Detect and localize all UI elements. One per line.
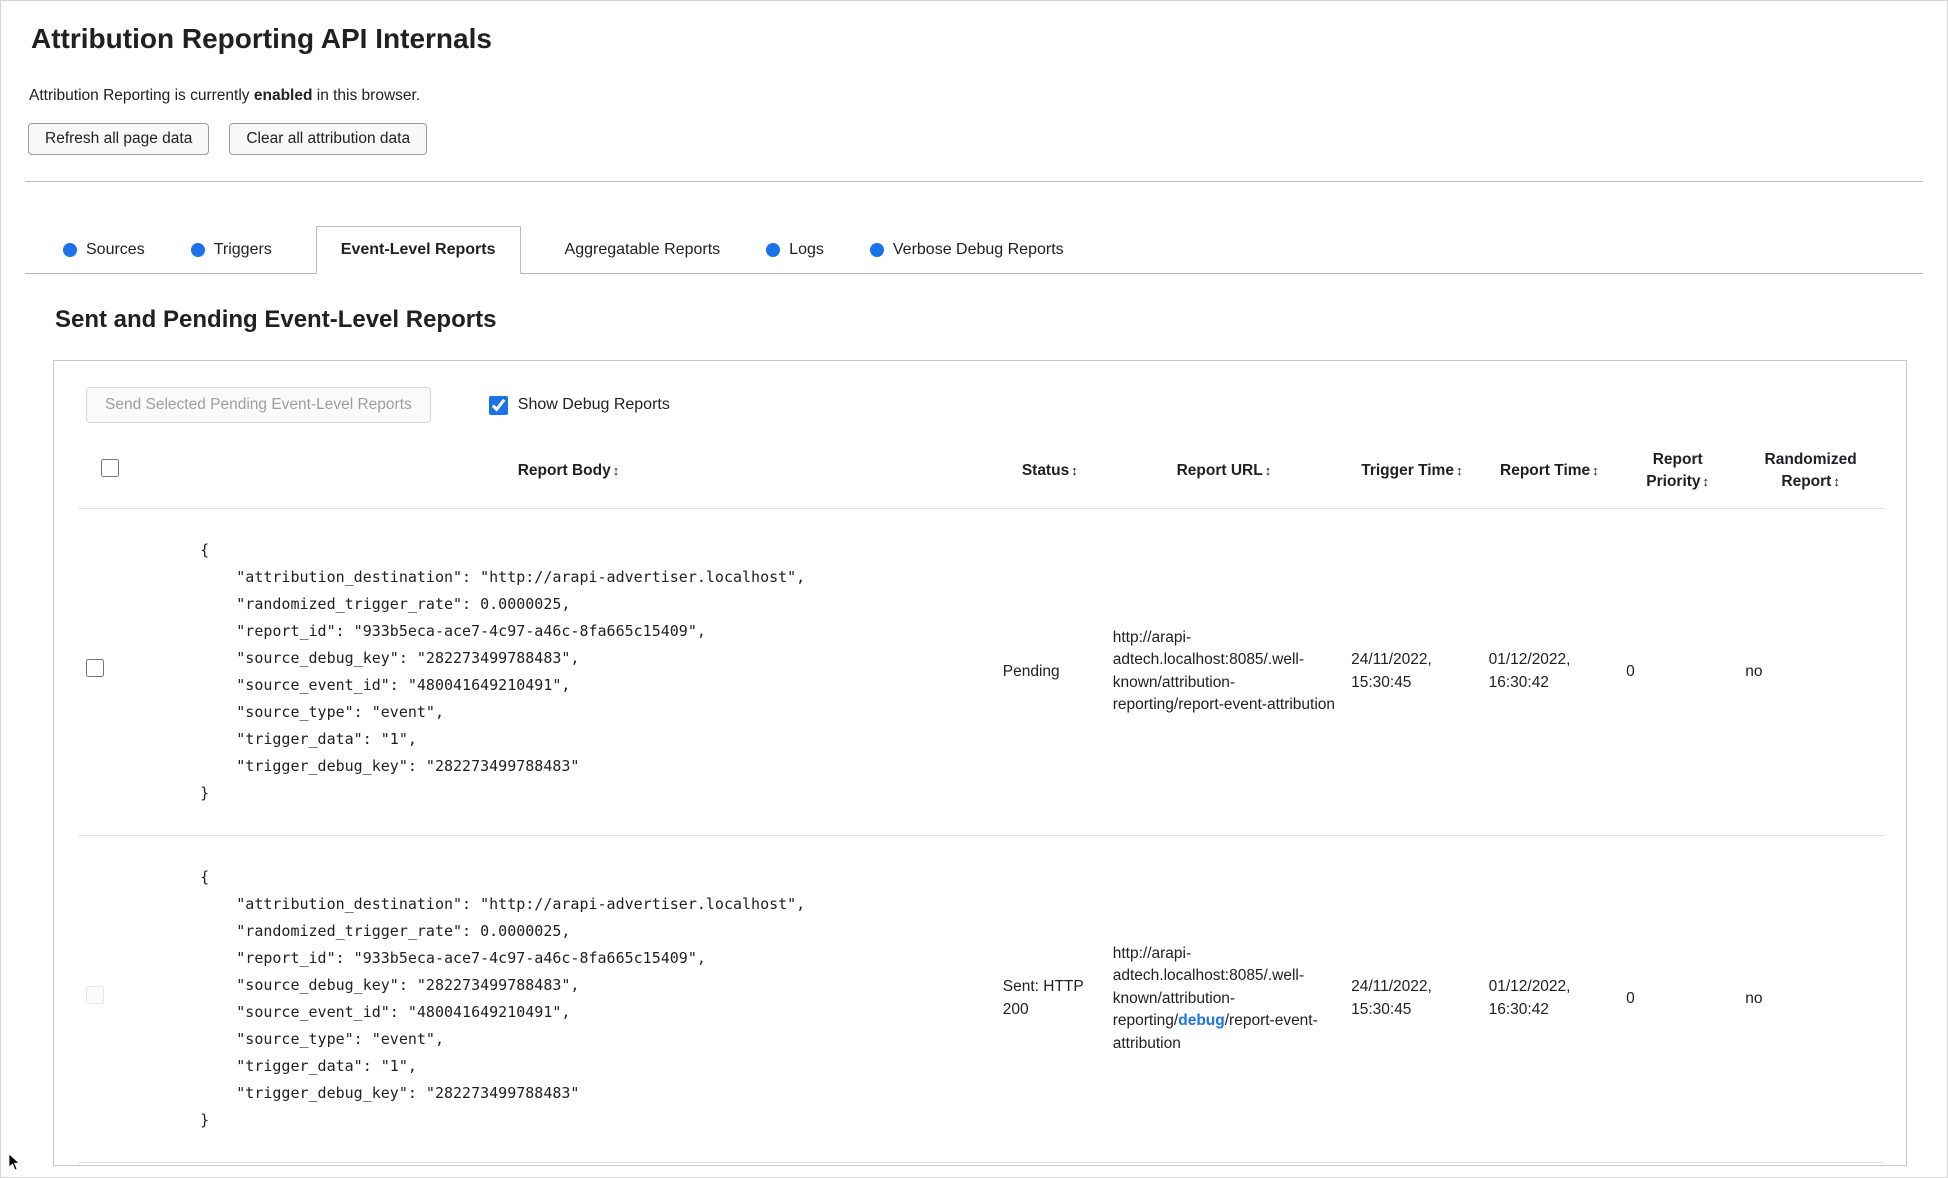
randomized-report-cell: no xyxy=(1745,989,1763,1007)
tab-label: Logs xyxy=(789,240,824,258)
report-body-json: { "attribution_destination": "http://ara… xyxy=(200,540,806,802)
tab-sources[interactable]: Sources xyxy=(61,226,147,273)
row-checkbox[interactable] xyxy=(86,659,104,678)
sort-icon: ↕ xyxy=(1455,463,1463,479)
tab-triggers[interactable]: Triggers xyxy=(189,226,274,273)
col-header-trigger-time[interactable]: Trigger Time ↕ xyxy=(1343,441,1481,508)
sort-icon: ↕ xyxy=(1592,463,1599,479)
col-header-status[interactable]: Status ↕ xyxy=(995,441,1105,508)
refresh-all-button[interactable]: Refresh all page data xyxy=(28,123,210,155)
col-header-randomized-report[interactable]: Randomized Report ↕ xyxy=(1737,441,1884,508)
col-header-report-url[interactable]: Report URL ↕ xyxy=(1105,441,1343,508)
status-suffix: in this browser. xyxy=(312,87,421,104)
col-header-report-time[interactable]: Report Time ↕ xyxy=(1481,441,1619,508)
trigger-time-cell: 24/11/2022, 15:30:45 xyxy=(1351,978,1432,1018)
trigger-time-cell: 24/11/2022, 15:30:45 xyxy=(1351,651,1432,691)
col-label: Trigger Time xyxy=(1361,462,1454,480)
attribution-internals-page: Attribution Reporting API Internals Attr… xyxy=(0,0,1948,1178)
row-checkbox-cell xyxy=(78,508,142,835)
col-header-report-body[interactable]: Report Body ↕ xyxy=(142,441,995,508)
tab-dot-icon xyxy=(63,242,77,257)
tab-label: Event-Level Reports xyxy=(340,241,496,258)
report-row-sent: { "attribution_destination": "http://ara… xyxy=(78,835,1884,1163)
tab-label: Sources xyxy=(86,240,145,258)
header-divider xyxy=(25,181,1923,182)
debug-path-highlight: debug xyxy=(1178,1012,1225,1030)
col-label: Report Body xyxy=(517,462,611,480)
status-text: Attribution Reporting is currently enabl… xyxy=(29,87,1947,105)
mouse-cursor-icon xyxy=(8,1153,20,1171)
col-label: Randomized Report xyxy=(1764,451,1857,491)
status-cell: Pending xyxy=(1002,662,1060,680)
tab-verbose-debug-reports[interactable]: Verbose Debug Reports xyxy=(868,226,1066,273)
section-heading: Sent and Pending Event-Level Reports xyxy=(55,306,497,333)
tab-aggregatable-reports[interactable]: Aggregatable Reports xyxy=(563,226,723,273)
report-body-cell: { "attribution_destination": "http://ara… xyxy=(142,508,995,835)
col-header-report-priority[interactable]: Report Priority ↕ xyxy=(1618,441,1737,508)
show-debug-label: Show Debug Reports xyxy=(517,396,670,413)
report-body-cell: { "attribution_destination": "http://ara… xyxy=(142,835,995,1162)
sort-icon: ↕ xyxy=(1264,463,1272,479)
sort-icon: ↕ xyxy=(612,463,620,479)
report-url-cell: http://arapi-adtech.localhost:8085/.well… xyxy=(1105,508,1343,835)
tab-bar: Sources Triggers Event-Level Reports Agg… xyxy=(25,226,1923,274)
select-all-header xyxy=(78,441,142,508)
table-header-row: Report Body ↕ Status ↕ Report URL ↕ Trigger… xyxy=(78,441,1884,509)
report-time-cell: 01/12/2022, 16:30:42 xyxy=(1488,978,1571,1018)
status-enabled: enabled xyxy=(253,87,313,104)
tab-dot-icon xyxy=(190,242,205,257)
row-checkbox-disabled xyxy=(86,986,104,1005)
panel-toolbar: Send Selected Pending Event-Level Report… xyxy=(78,387,1884,423)
report-time-cell: 01/12/2022, 16:30:42 xyxy=(1488,651,1571,691)
tab-label: Triggers xyxy=(213,240,272,258)
tab-dot-icon xyxy=(869,242,884,257)
status-cell: Sent: HTTP 200 xyxy=(1002,978,1084,1018)
col-label: Status xyxy=(1021,462,1070,480)
report-priority-cell: 0 xyxy=(1626,989,1635,1007)
show-debug-checkbox[interactable] xyxy=(488,395,508,415)
page-toolbar: Refresh all page data Clear all attribut… xyxy=(28,123,1947,155)
tab-label: Verbose Debug Reports xyxy=(892,240,1064,258)
tab-label: Aggregatable Reports xyxy=(564,240,721,258)
report-url-cell: http://arapi-adtech.localhost:8085/.well… xyxy=(1105,835,1343,1162)
page-title: Attribution Reporting API Internals xyxy=(31,23,492,54)
sort-icon: ↕ xyxy=(1833,474,1840,490)
tab-dot-icon xyxy=(766,242,781,257)
col-label: Report URL xyxy=(1176,462,1263,480)
tab-logs[interactable]: Logs xyxy=(764,226,826,273)
sort-icon: ↕ xyxy=(1071,463,1078,479)
clear-all-button[interactable]: Clear all attribution data xyxy=(229,123,428,155)
randomized-report-cell: no xyxy=(1745,662,1763,680)
reports-panel: Send Selected Pending Event-Level Report… xyxy=(53,360,1907,1166)
reports-table: Report Body ↕ Status ↕ Report URL ↕ Trigger… xyxy=(78,441,1884,1163)
col-label: Report Time xyxy=(1500,462,1591,480)
status-prefix: Attribution Reporting is currently xyxy=(29,87,254,104)
col-label: Report Priority xyxy=(1646,451,1703,491)
report-row-pending: { "attribution_destination": "http://ara… xyxy=(78,508,1884,836)
select-all-checkbox[interactable] xyxy=(101,458,120,477)
tab-event-level-reports[interactable]: Event-Level Reports xyxy=(315,226,521,274)
sort-icon: ↕ xyxy=(1702,474,1710,490)
report-body-json: { "attribution_destination": "http://ara… xyxy=(200,867,806,1129)
show-debug-toggle[interactable]: Show Debug Reports xyxy=(488,395,670,415)
report-priority-cell: 0 xyxy=(1626,662,1635,680)
url-text: http://arapi-adtech.localhost:8085/.well… xyxy=(1112,629,1336,714)
row-checkbox-cell xyxy=(78,835,142,1162)
send-selected-button[interactable]: Send Selected Pending Event-Level Report… xyxy=(86,387,431,423)
